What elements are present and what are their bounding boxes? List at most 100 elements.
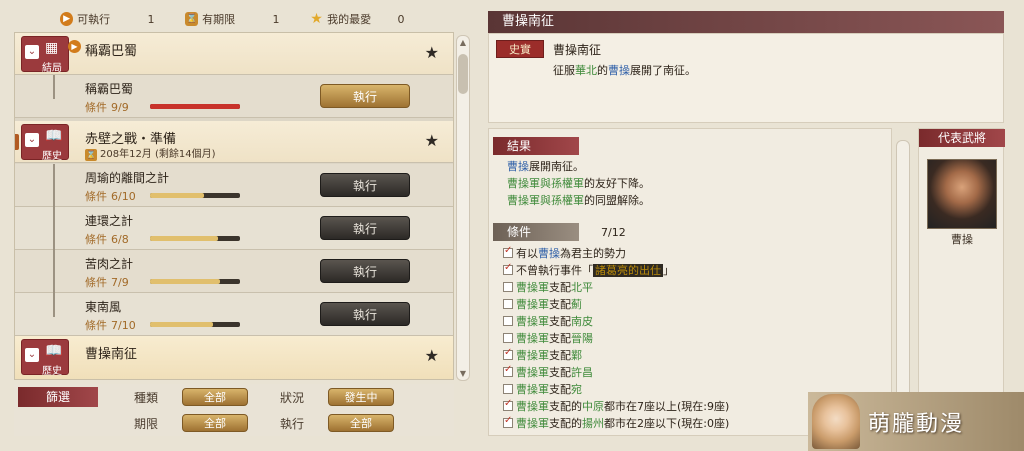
detail-conditions-panel: 結果 曹操展開南征。 曹操軍與孫權軍的友好下降。 曹操軍與孫權軍的同盟解除。 條… <box>488 128 892 436</box>
condition-text: 支配 <box>549 315 571 328</box>
desc-person: 曹操 <box>608 64 630 77</box>
counter-value: 1 <box>272 12 280 26</box>
event-item[interactable]: 東南風 條件 7/10 執行 <box>15 293 453 336</box>
condition-text: 都市在2座以下(現在:0座) <box>604 417 730 430</box>
status-label: 狀況 <box>280 391 305 405</box>
condition-text: 支配 <box>549 332 571 345</box>
counter-label: 有期限 <box>202 13 236 26</box>
detail-header: 曹操南征 <box>488 11 1004 33</box>
checked-box-icon <box>503 398 513 411</box>
collapse-toggle[interactable]: ⌄ <box>25 348 39 362</box>
condition-item: 曹操軍支配的揚州都市在2座以下(現在:0座) <box>503 415 729 431</box>
event-item[interactable]: 周瑜的離間之計 條件 6/10 執行 <box>15 164 453 207</box>
condition-text: 為君主的勢力 <box>560 247 626 260</box>
detail-title: 曹操南征 <box>553 43 602 57</box>
unchecked-box-icon <box>503 384 513 394</box>
favorite-star-icon[interactable]: ★ <box>425 43 439 62</box>
ending-icon: ▦ <box>45 40 59 56</box>
condition-item: 曹操軍支配北平 <box>503 279 593 295</box>
condition-progress-bar <box>150 236 240 241</box>
checked-box-icon <box>503 364 513 377</box>
condition-text: 支配 <box>549 366 571 379</box>
status-filter-button[interactable]: 發生中 <box>328 388 394 406</box>
tree-line <box>53 250 55 293</box>
event-item-title: 周瑜的離間之計 <box>85 171 170 185</box>
execute-button[interactable]: 執行 <box>320 173 410 197</box>
tree-line <box>53 164 55 207</box>
condition-text: 中原 <box>582 400 604 413</box>
progress-fill <box>150 322 213 327</box>
favorite-star-icon[interactable]: ★ <box>425 346 439 365</box>
condition-text: 支配 <box>549 298 571 311</box>
condition-item: 曹操軍支配許昌 <box>503 364 593 380</box>
event-group-header[interactable]: 新 ⌄ 📖 歷史 赤壁之戰・準備 ⌛208年12月 (剩餘14個月) ★ <box>15 121 453 163</box>
result-subject: 曹操軍與孫權軍 <box>507 194 584 207</box>
condition-text: 許昌 <box>571 366 593 379</box>
result-subject: 曹操 <box>507 160 529 173</box>
event-item-title: 稱霸巴蜀 <box>85 82 134 96</box>
condition-text: 揚州 <box>582 417 604 430</box>
condition-value: 9/9 <box>111 101 129 114</box>
general-name: 曹操 <box>951 233 973 246</box>
type-filter-button[interactable]: 全部 <box>182 388 248 406</box>
period-filter-button[interactable]: 全部 <box>182 414 248 432</box>
checked-box-icon <box>503 245 513 258</box>
scroll-up-icon[interactable]: ▲ <box>457 38 469 47</box>
watermark-character-image <box>812 394 860 449</box>
filter-title: 篩選 <box>18 387 98 407</box>
event-item[interactable]: 連環之計 條件 6/8 執行 <box>15 207 453 250</box>
period-label: 期限 <box>134 417 159 431</box>
result-text: 展開南征。 <box>529 160 584 173</box>
condition-label: 條件 <box>85 319 107 332</box>
result-text: 的同盟解除。 <box>584 194 650 207</box>
condition-text: 」 <box>663 264 674 277</box>
favorite-star-icon[interactable]: ★ <box>425 131 439 150</box>
unchecked-box-icon <box>503 282 513 292</box>
condition-text: 曹操軍 <box>516 383 549 396</box>
event-item[interactable]: 苦肉之計 條件 7/9 執行 <box>15 250 453 293</box>
condition-value: 6/8 <box>111 233 129 246</box>
condition-value: 7/10 <box>111 319 136 332</box>
scroll-thumb[interactable] <box>458 54 468 94</box>
condition-text: 晉陽 <box>571 332 593 345</box>
execute-button[interactable]: 執行 <box>320 259 410 283</box>
execute-button[interactable]: 執行 <box>320 216 410 240</box>
condition-count: 7/12 <box>601 226 626 239</box>
collapse-toggle[interactable]: ⌄ <box>25 133 39 147</box>
execute-button[interactable]: 執行 <box>320 302 410 326</box>
list-scrollbar[interactable]: ▲ ▼ <box>456 35 470 381</box>
condition-count: 條件 9/9 <box>85 99 129 115</box>
execute-button[interactable]: 執行 <box>320 84 410 108</box>
condition-label: 條件 <box>85 276 107 289</box>
condition-count: 條件 7/9 <box>85 274 129 290</box>
exec-filter-button[interactable]: 全部 <box>328 414 394 432</box>
hourglass-icon: ⌛ <box>185 12 199 26</box>
counter-value: 1 <box>147 12 155 26</box>
tree-line <box>53 207 55 250</box>
event-group-header[interactable]: ⌄ ▦ 結局 ▶ 稱霸巴蜀 ★ <box>15 33 453 75</box>
representative-general-panel: 代表武將 曹操 <box>918 128 1005 394</box>
scroll-down-icon[interactable]: ▼ <box>457 369 469 378</box>
event-type-badge: ⌄ 📖 歷史 <box>21 124 69 162</box>
condition-text: 曹操軍 <box>516 417 549 430</box>
hourglass-icon: ⌛ <box>85 149 97 161</box>
status-counters: ▶ 可執行 1 ⌛ 有期限 1 ★ 我的最愛 0 <box>60 8 480 30</box>
deadline-text: 208年12月 (剩餘14個月) <box>100 149 216 160</box>
condition-item: 曹操軍支配鄴 <box>503 347 582 363</box>
progress-fill <box>150 236 218 241</box>
watermark: 萌朧動漫 <box>808 392 1024 451</box>
condition-item: 曹操軍支配的中原都市在7座以上(現在:9座) <box>503 398 729 414</box>
event-item[interactable]: 稱霸巴蜀 條件 9/9 執行 <box>15 75 453 118</box>
counter-label: 我的最愛 <box>327 13 372 26</box>
collapse-toggle[interactable]: ⌄ <box>25 45 39 59</box>
book-icon: 📖 <box>45 343 63 359</box>
condition-text: 南皮 <box>571 315 593 328</box>
detail-description: 征服華北的曹操展開了南征。 <box>553 62 696 78</box>
event-group-header[interactable]: ⌄ 📖 歷史 曹操南征 ★ <box>15 336 453 379</box>
condition-text: 支配 <box>549 281 571 294</box>
condition-count: 條件 7/10 <box>85 317 136 333</box>
desc-text: 征服 <box>553 64 575 77</box>
general-portrait[interactable] <box>927 159 997 229</box>
book-icon: 📖 <box>45 128 63 144</box>
new-badge: 新 <box>15 134 19 150</box>
